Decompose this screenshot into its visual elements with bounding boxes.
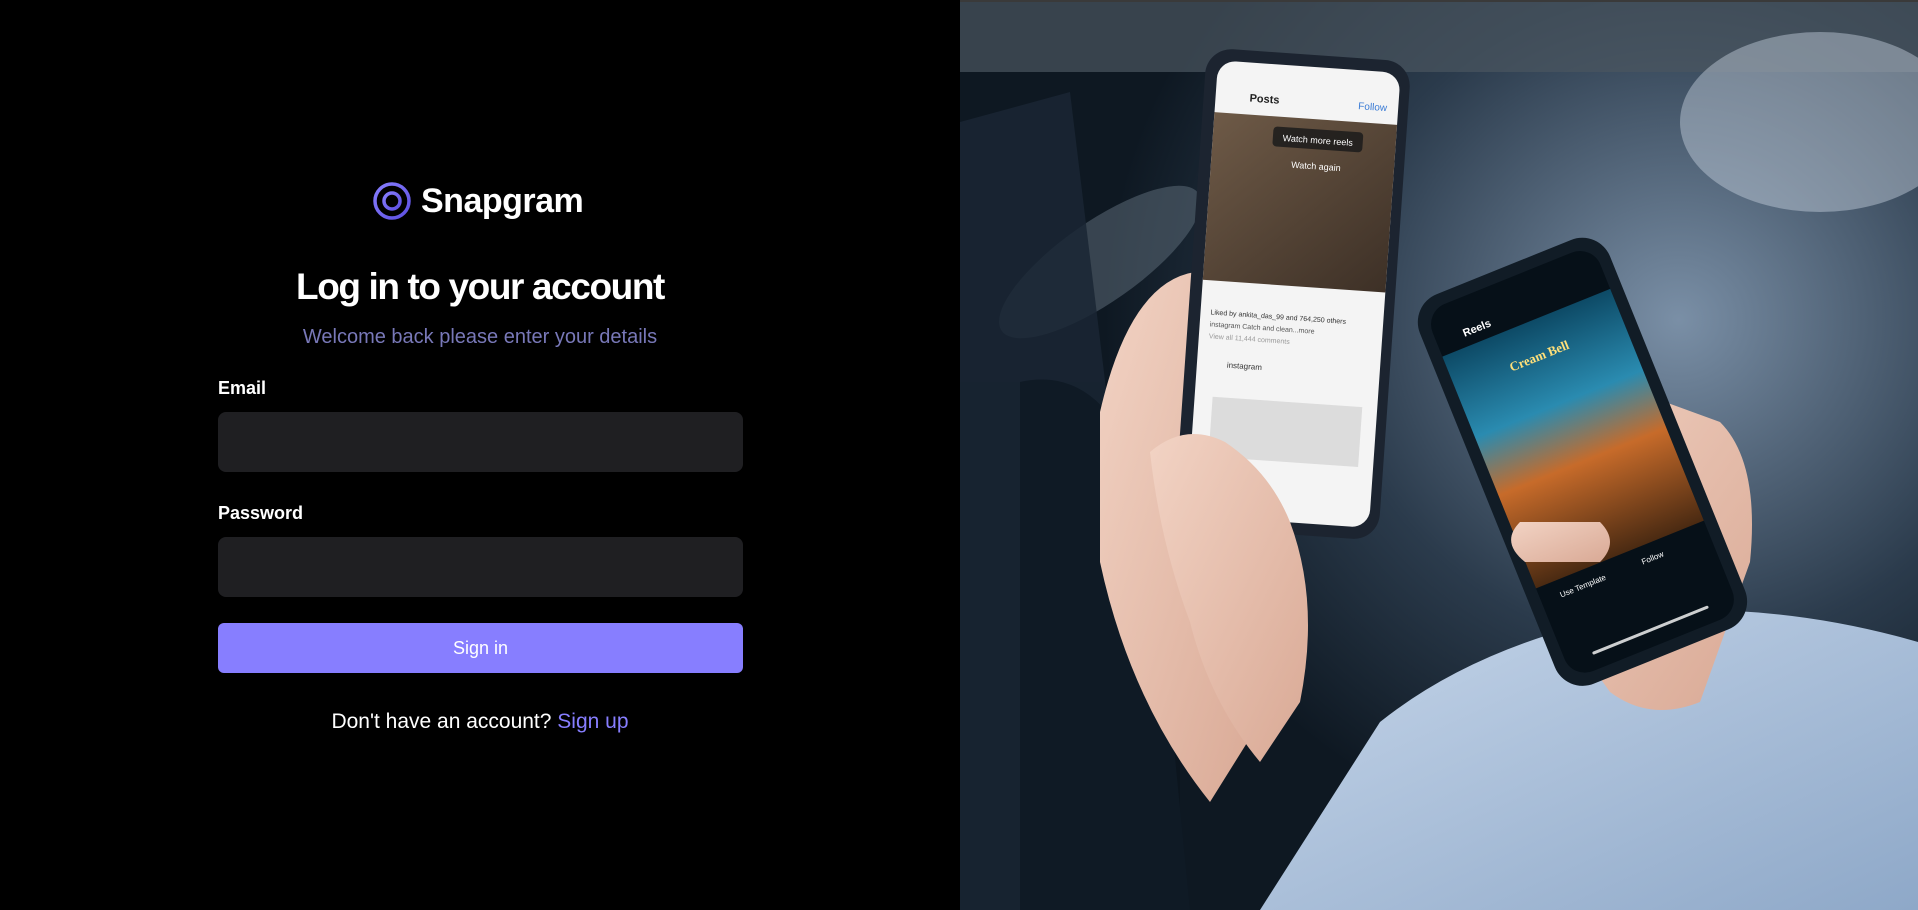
page-title: Log in to your account <box>296 266 665 307</box>
password-field[interactable] <box>218 537 743 597</box>
password-label: Password <box>218 503 304 523</box>
sign-in-button[interactable]: Sign in <box>218 623 743 673</box>
email-label: Email <box>218 378 267 398</box>
left-phone-header: Posts <box>1249 93 1280 107</box>
brand-name: Snapgram <box>421 181 584 220</box>
auth-panel: Snapgram Log in to your account Welcome … <box>0 0 960 910</box>
page-subtitle: Welcome back please enter your details <box>302 326 658 348</box>
left-phone-follow: Follow <box>1358 101 1388 114</box>
login-page: Snapgram Log in to your account Welcome … <box>0 0 1918 910</box>
hero-photo-illustration: Watch more reels Watch again Posts Follo… <box>960 2 1918 910</box>
email-field[interactable] <box>218 412 743 472</box>
no-account-text: Don't have an account? <box>331 710 552 733</box>
signup-prompt: Don't have an account? Sign up <box>0 710 960 734</box>
sign-up-link[interactable]: Sign up <box>557 710 628 733</box>
snapgram-logo-icon <box>373 182 411 220</box>
brand-logo: Snapgram <box>372 180 584 222</box>
hero-image: Watch more reels Watch again Posts Follo… <box>960 2 1918 910</box>
